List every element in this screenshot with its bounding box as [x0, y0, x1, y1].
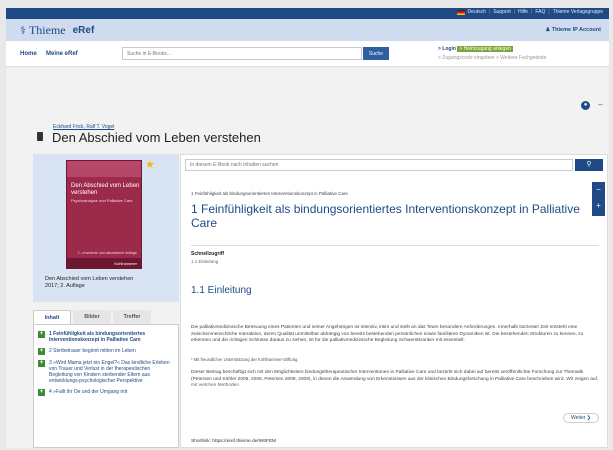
section-title: 1.1 Einleitung	[191, 285, 252, 296]
zugangscode-link[interactable]: > Zugangscode eingeben	[438, 55, 495, 61]
expand-icon[interactable]: +	[38, 348, 45, 355]
tab-treffer[interactable]: Treffer	[113, 310, 151, 324]
help-link[interactable]: Hilfe	[518, 9, 528, 15]
publisher-link[interactable]: Thieme Verlagsgruppe	[553, 9, 603, 15]
cover-publisher: Kohlhammer	[114, 261, 137, 266]
sidebar-tabs: Inhalt Bilder Treffer	[33, 310, 179, 324]
account-label: Thieme IP Account	[551, 27, 601, 33]
top-utility-bar: Deutsch | Support | Hilfe | FAQ | Thieme…	[6, 8, 609, 19]
toc-item-label: 3 »Wird Mama jetzt ein Engel?« Das kindl…	[49, 360, 170, 384]
table-of-contents: + 1 Feinfühligkeit als bindungsorientier…	[33, 324, 179, 448]
cover-title: Den Abschied vom Leben verstehen	[71, 183, 140, 196]
toc-item[interactable]: + 3 »Wird Mama jetzt ein Engel?« Das kin…	[38, 360, 174, 384]
nav-my-eref[interactable]: Meine eRef	[46, 51, 78, 57]
page-title: Den Abschied vom Leben verstehen	[52, 130, 261, 145]
breadcrumb[interactable]: 1 Feinfühligkeit als bindungsorientierte…	[191, 191, 348, 196]
expand-icon[interactable]: +	[38, 331, 45, 338]
global-search-button[interactable]: Suche	[363, 47, 389, 60]
book-search-input[interactable]	[185, 159, 573, 171]
main-navigation: Home Meine eRef Suche > Login > Heimzuga…	[6, 41, 609, 67]
decrease-icon[interactable]: −	[592, 182, 605, 198]
search-icon[interactable]: ⚲	[575, 159, 603, 171]
quick-access-label: Schnellzugriff	[191, 251, 225, 257]
minimize-icon[interactable]: –	[596, 101, 605, 110]
toc-item-label: 1 Feinfühligkeit als bindungsorientierte…	[49, 331, 146, 343]
brand-name: Thieme	[28, 23, 66, 37]
caption-edition: 2017; 2. Auflage	[45, 283, 85, 289]
nav-home[interactable]: Home	[20, 51, 37, 57]
toc-item-label: 2 Sterbetrauer beginnt mitten im Leben	[49, 348, 136, 354]
book-icon	[37, 132, 43, 141]
product-name: eRef	[72, 25, 95, 36]
cover-edition: 2., erweiterte und aktualisierte Auflage	[77, 251, 137, 255]
expand-icon[interactable]: +	[38, 389, 45, 396]
next-button[interactable]: Weiter ❯	[563, 413, 599, 423]
expand-icon[interactable]: +	[38, 360, 45, 367]
body-paragraph: Die palliativmedizinische Betreuung eine…	[191, 325, 584, 343]
tab-bilder[interactable]: Bilder	[73, 310, 111, 324]
faq-link[interactable]: FAQ	[535, 9, 545, 15]
thieme-logo[interactable]: ⚕ Thieme eRef	[20, 23, 94, 38]
cover-subtitle: Psychoanalyse und Palliative Care	[71, 198, 133, 203]
toc-item[interactable]: + 1 Feinfühligkeit als bindungsorientier…	[38, 331, 174, 343]
quick-access-link[interactable]: 1.1 Einleitung	[191, 259, 218, 264]
toc-item-label: 4 »Fallt ihr Oe und der Umgang mit	[49, 389, 128, 395]
bookmark-icon[interactable]: ●	[581, 101, 590, 110]
global-search-input[interactable]	[122, 47, 362, 60]
login-link[interactable]: > Login	[438, 46, 456, 52]
caption-title: Den Abschied vom Leben verstehen	[45, 276, 134, 282]
user-icon: ♟	[545, 27, 551, 33]
site-header: ⚕ Thieme eRef ♟ Thieme IP Account	[6, 19, 609, 41]
browser-viewport: Deutsch | Support | Hilfe | FAQ | Thieme…	[6, 8, 609, 448]
german-flag-icon	[456, 9, 465, 15]
page-tools: ● –	[581, 101, 605, 110]
shortlink[interactable]: Shortlink: https://eref.thieme.de/W6FEM	[191, 439, 276, 444]
content-panel: ⚲ − + 1 Feinfühligkeit als bindungsorien…	[180, 154, 608, 448]
heimzugang-link[interactable]: > Heimzugang anlegen	[457, 46, 513, 52]
book-cover-panel: Den Abschied vom Leben verstehen Psychoa…	[33, 154, 179, 302]
book-caption: Den Abschied vom Leben verstehen 2017; 2…	[45, 276, 133, 290]
chapter-title: 1 Feinfühligkeit als bindungsorientierte…	[191, 202, 580, 230]
divider	[191, 245, 599, 246]
font-size-controls: − +	[592, 182, 605, 216]
account-link[interactable]: ♟ Thieme IP Account	[545, 27, 601, 33]
book-cover[interactable]: Den Abschied vom Leben verstehen Psychoa…	[66, 160, 142, 269]
toc-item[interactable]: + 2 Sterbetrauer beginnt mitten im Leben	[38, 348, 174, 355]
tab-inhalt[interactable]: Inhalt	[33, 310, 71, 324]
increase-icon[interactable]: +	[592, 198, 605, 214]
left-sidebar: Den Abschied vom Leben verstehen Psychoa…	[33, 154, 179, 448]
toc-item[interactable]: + 4 »Fallt ihr Oe und der Umgang mit	[38, 389, 174, 396]
footnote: * Mit freundlicher Unterstützung der Koh…	[191, 357, 299, 362]
language-link[interactable]: Deutsch	[468, 9, 486, 15]
thieme-logo-icon: ⚕	[20, 25, 26, 37]
fachgebiete-link[interactable]: > Weitere Fachgebiete	[496, 55, 546, 61]
access-links: > Login > Heimzugang anlegen > Zugangsco…	[438, 45, 546, 63]
support-link[interactable]: Support	[493, 9, 511, 15]
favorite-star-icon[interactable]: ★	[145, 158, 155, 171]
text-fade-overlay	[181, 380, 607, 408]
